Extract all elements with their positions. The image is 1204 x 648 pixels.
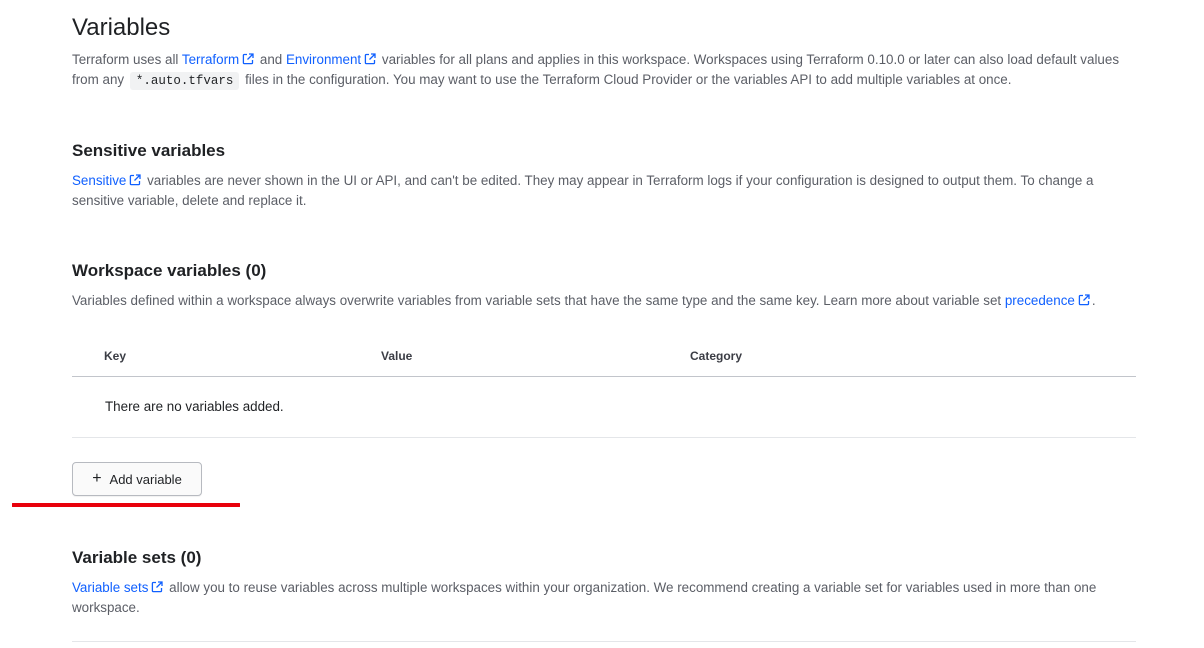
external-link-icon <box>152 581 164 593</box>
plus-icon: + <box>92 470 102 487</box>
variable-sets-paragraph: Variable sets allow you to reuse variabl… <box>72 578 1136 618</box>
terraform-link[interactable]: Terraform <box>182 52 256 67</box>
environment-link[interactable]: Environment <box>286 52 378 67</box>
sensitive-heading: Sensitive variables <box>72 141 226 160</box>
add-variable-label: Add variable <box>109 471 182 487</box>
variable-sets-link-label: Variable sets <box>72 580 149 595</box>
precedence-link[interactable]: precedence <box>1005 293 1092 308</box>
column-header-value: Value <box>381 349 413 363</box>
add-variable-button[interactable]: + Add variable <box>72 462 202 496</box>
terraform-link-label: Terraform <box>181 52 240 67</box>
intro-text: Terraform uses all <box>72 52 182 67</box>
sensitive-link[interactable]: Sensitive <box>72 173 143 188</box>
external-link-icon <box>130 174 141 186</box>
section-divider <box>72 641 1136 642</box>
empty-state-message: There are no variables added. <box>105 399 284 414</box>
workspace-text: Variables defined within a workspace alw… <box>72 293 1005 308</box>
external-link-icon <box>1078 294 1090 306</box>
table-empty-row: There are no variables added. <box>72 377 1136 438</box>
intro-paragraph: Terraform uses all Terraform and Environ… <box>72 50 1136 91</box>
column-header-category: Category <box>690 349 743 363</box>
external-link-icon <box>242 53 254 65</box>
page-title: Variables <box>72 14 171 41</box>
workspace-text-end: . <box>1091 293 1096 308</box>
red-underline-annotation <box>12 503 240 507</box>
variables-page: Variables Terraform uses all Terraform a… <box>0 0 1204 648</box>
variable-sets-link[interactable]: Variable sets <box>72 580 165 595</box>
workspace-variables-paragraph: Variables defined within a workspace alw… <box>72 291 1136 311</box>
environment-link-label: Environment <box>285 52 362 67</box>
variable-sets-text: allow you to reuse variables across mult… <box>72 580 1097 615</box>
sensitive-paragraph: Sensitive variables are never shown in t… <box>72 171 1136 211</box>
intro-text: files in the configuration. You may want… <box>241 72 1012 87</box>
column-header-key: Key <box>104 349 127 363</box>
precedence-link-label: precedence <box>1004 293 1075 308</box>
intro-text: and <box>256 52 286 67</box>
workspace-variables-heading: Workspace variables (0) <box>72 261 267 280</box>
auto-tfvars-code: *.auto.tfvars <box>129 72 240 90</box>
table-header: Key Value Category <box>72 336 1136 377</box>
external-link-icon <box>364 53 376 65</box>
variable-sets-heading: Variable sets (0) <box>72 548 202 567</box>
sensitive-text: variables are never shown in the UI or A… <box>72 173 1094 208</box>
workspace-variables-table: Key Value Category There are no variable… <box>72 336 1136 438</box>
sensitive-link-label: Sensitive <box>72 173 127 188</box>
